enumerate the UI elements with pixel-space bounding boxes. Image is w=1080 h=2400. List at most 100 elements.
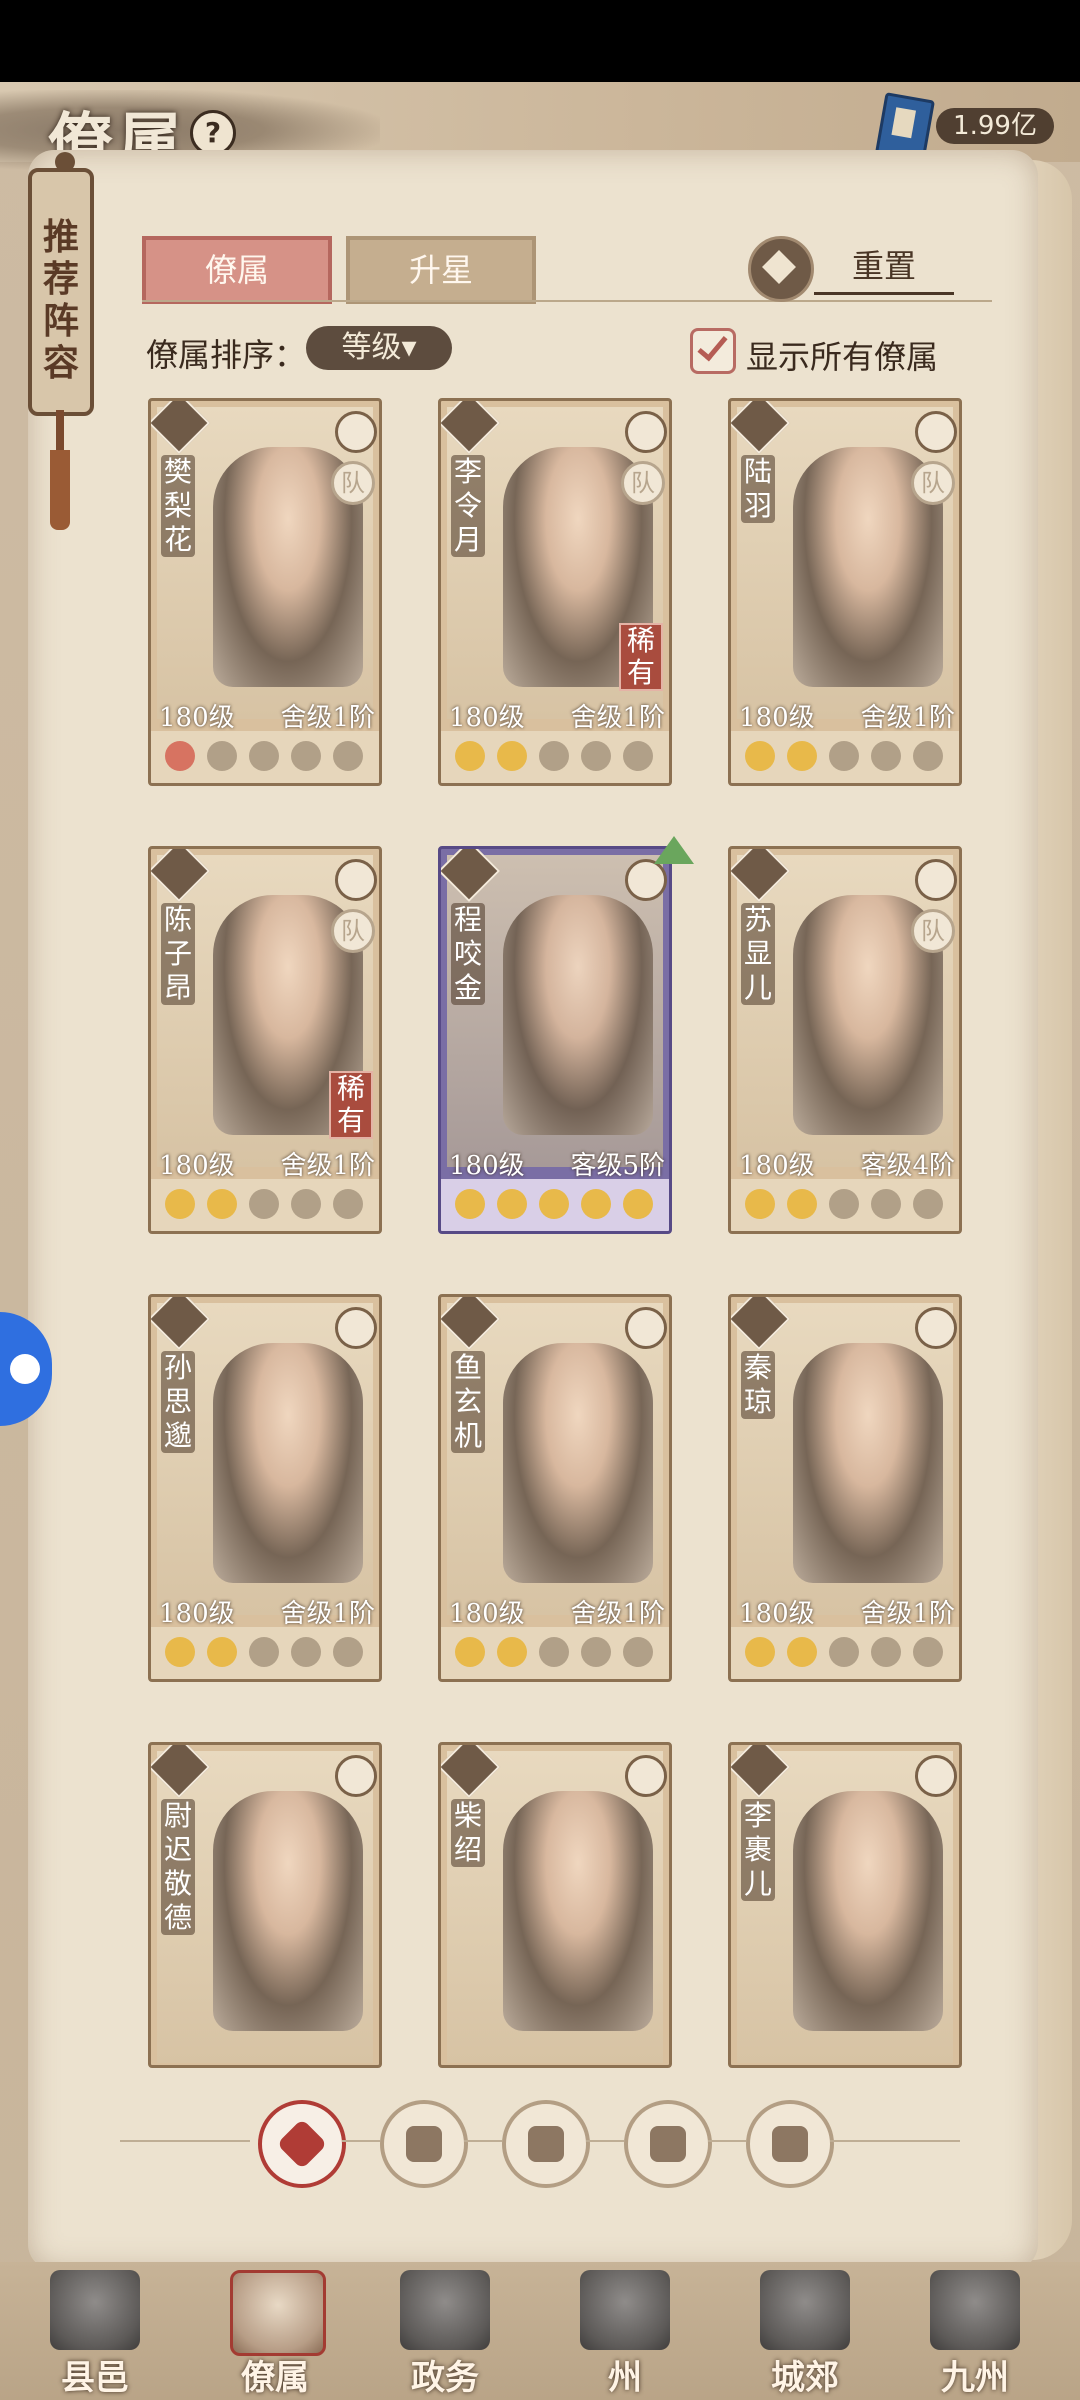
diamond-filter-icon bbox=[276, 2118, 328, 2170]
team-badge: 队 bbox=[331, 461, 375, 505]
card-name: 李令月 bbox=[451, 455, 485, 557]
card-level: 180级 bbox=[739, 703, 815, 733]
moon-icon bbox=[165, 741, 195, 771]
lantern-filter-icon bbox=[406, 2126, 442, 2162]
fan-filter-icon bbox=[650, 2126, 686, 2162]
character-figure bbox=[793, 1343, 943, 1583]
moon-icon bbox=[539, 1637, 569, 1667]
moon-icon bbox=[581, 1189, 611, 1219]
sword-type-icon bbox=[335, 1755, 377, 1797]
tab-star-up[interactable]: 升星 bbox=[346, 236, 536, 304]
lantern-type-icon bbox=[915, 411, 957, 453]
portrait bbox=[157, 407, 373, 719]
filter-lantern-button[interactable] bbox=[380, 2100, 468, 2188]
subordinate-card[interactable]: 樊梨花 队 180级 舍级1阶 bbox=[148, 398, 382, 786]
nav-label: 九州 bbox=[941, 2358, 1009, 2398]
nav-suburbs[interactable]: 城郊 bbox=[730, 2270, 880, 2398]
subordinate-card[interactable]: 陈子昂 队 稀有 180级 舍级1阶 bbox=[148, 846, 382, 1234]
card-rank: 舍级1阶 bbox=[860, 703, 955, 733]
filter-all-button[interactable] bbox=[258, 2100, 346, 2188]
nav-prefecture[interactable]: 州 bbox=[550, 2270, 700, 2398]
subordinate-card[interactable]: 李裹儿 bbox=[728, 1742, 962, 2068]
moon-icon bbox=[745, 1637, 775, 1667]
subordinate-card[interactable]: 柴绍 bbox=[438, 1742, 672, 2068]
card-level: 180级 bbox=[159, 1151, 235, 1181]
portrait bbox=[157, 1303, 373, 1615]
show-all-checkbox[interactable] bbox=[690, 328, 736, 374]
moon-icon bbox=[787, 1189, 817, 1219]
moon-icon bbox=[207, 1189, 237, 1219]
lion-filter-icon bbox=[772, 2126, 808, 2162]
nav-nine-provinces[interactable]: 九州 bbox=[900, 2270, 1050, 2398]
nav-affairs[interactable]: 政务 bbox=[370, 2270, 520, 2398]
card-name: 尉迟敬德 bbox=[161, 1799, 195, 1935]
filter-divider bbox=[464, 2140, 502, 2142]
subordinate-card[interactable]: 程咬金 180级 客级5阶 bbox=[438, 846, 672, 1234]
moon-icon bbox=[291, 1189, 321, 1219]
show-all-label[interactable]: 显示所有僚属 bbox=[746, 332, 938, 378]
moon-icon bbox=[745, 741, 775, 771]
moon-icon bbox=[623, 1637, 653, 1667]
reset-icon[interactable] bbox=[748, 236, 814, 302]
card-rank: 舍级1阶 bbox=[570, 1599, 665, 1629]
lantern-type-icon bbox=[625, 1307, 667, 1349]
team-badge: 队 bbox=[911, 909, 955, 953]
filter-divider bbox=[586, 2140, 624, 2142]
filter-fan-button[interactable] bbox=[624, 2100, 712, 2188]
subordinate-card[interactable]: 鱼玄机 180级 舍级1阶 bbox=[438, 1294, 672, 1682]
prefecture-landscape-icon bbox=[580, 2270, 670, 2350]
recommended-lineup-label: 推荐阵容 bbox=[42, 216, 79, 384]
card-name: 苏显儿 bbox=[741, 903, 775, 1005]
filter-lion-button[interactable] bbox=[746, 2100, 834, 2188]
card-level: 180级 bbox=[739, 1151, 815, 1181]
moon-icon bbox=[829, 741, 859, 771]
moon-icon bbox=[871, 1189, 901, 1219]
character-figure bbox=[503, 1343, 653, 1583]
subordinate-card[interactable]: 陆羽 队 180级 舍级1阶 bbox=[728, 398, 962, 786]
yin-yang-type-icon bbox=[625, 411, 667, 453]
yin-yang-type-icon bbox=[915, 1755, 957, 1797]
character-figure bbox=[503, 1791, 653, 2031]
nine-provinces-map-icon bbox=[930, 2270, 1020, 2350]
subordinate-card[interactable]: 尉迟敬德 bbox=[148, 1742, 382, 2068]
moon-icon bbox=[787, 741, 817, 771]
currency-display[interactable]: 1.99亿 bbox=[874, 92, 1060, 162]
card-name: 柴绍 bbox=[451, 1799, 485, 1867]
moon-row bbox=[441, 1627, 669, 1679]
nav-label: 州 bbox=[608, 2358, 642, 2398]
coin-filter-icon bbox=[528, 2126, 564, 2162]
moon-icon bbox=[581, 1637, 611, 1667]
sort-dropdown[interactable]: 等级▾ bbox=[306, 326, 452, 370]
team-badge: 队 bbox=[621, 461, 665, 505]
card-name: 孙思邈 bbox=[161, 1351, 195, 1453]
subordinate-card[interactable]: 苏显儿 队 180级 客级4阶 bbox=[728, 846, 962, 1234]
moon-icon bbox=[539, 1189, 569, 1219]
sword-type-icon bbox=[915, 859, 957, 901]
moon-icon bbox=[333, 1637, 363, 1667]
portrait bbox=[447, 1751, 663, 2063]
nav-subordinates[interactable]: 僚属 bbox=[200, 2270, 350, 2398]
moon-row bbox=[151, 1627, 379, 1679]
subordinate-card[interactable]: 李令月 队 稀有 180级 舍级1阶 bbox=[438, 398, 672, 786]
moon-icon bbox=[913, 741, 943, 771]
tab-subordinates[interactable]: 僚属 bbox=[142, 236, 332, 304]
moon-icon bbox=[913, 1189, 943, 1219]
moon-icon bbox=[207, 741, 237, 771]
filter-coin-button[interactable] bbox=[502, 2100, 590, 2188]
nav-county[interactable]: 县邑 bbox=[20, 2270, 170, 2398]
moon-icon bbox=[497, 1189, 527, 1219]
sword-type-icon bbox=[335, 859, 377, 901]
filter-divider bbox=[830, 2140, 960, 2142]
subordinate-card[interactable]: 秦琼 180级 舍级1阶 bbox=[728, 1294, 962, 1682]
subordinate-card[interactable]: 孙思邈 180级 舍级1阶 bbox=[148, 1294, 382, 1682]
scroll-knob-icon bbox=[55, 152, 75, 172]
recommended-lineup-scroll[interactable]: 推荐阵容 bbox=[28, 152, 94, 416]
character-figure bbox=[213, 1343, 363, 1583]
moon-icon bbox=[455, 1189, 485, 1219]
card-rank: 舍级1阶 bbox=[280, 1151, 375, 1181]
moon-icon bbox=[291, 1637, 321, 1667]
card-rank: 舍级1阶 bbox=[280, 1599, 375, 1629]
moon-icon bbox=[333, 1189, 363, 1219]
reset-button[interactable]: 重置 bbox=[814, 240, 954, 295]
moon-icon bbox=[207, 1637, 237, 1667]
